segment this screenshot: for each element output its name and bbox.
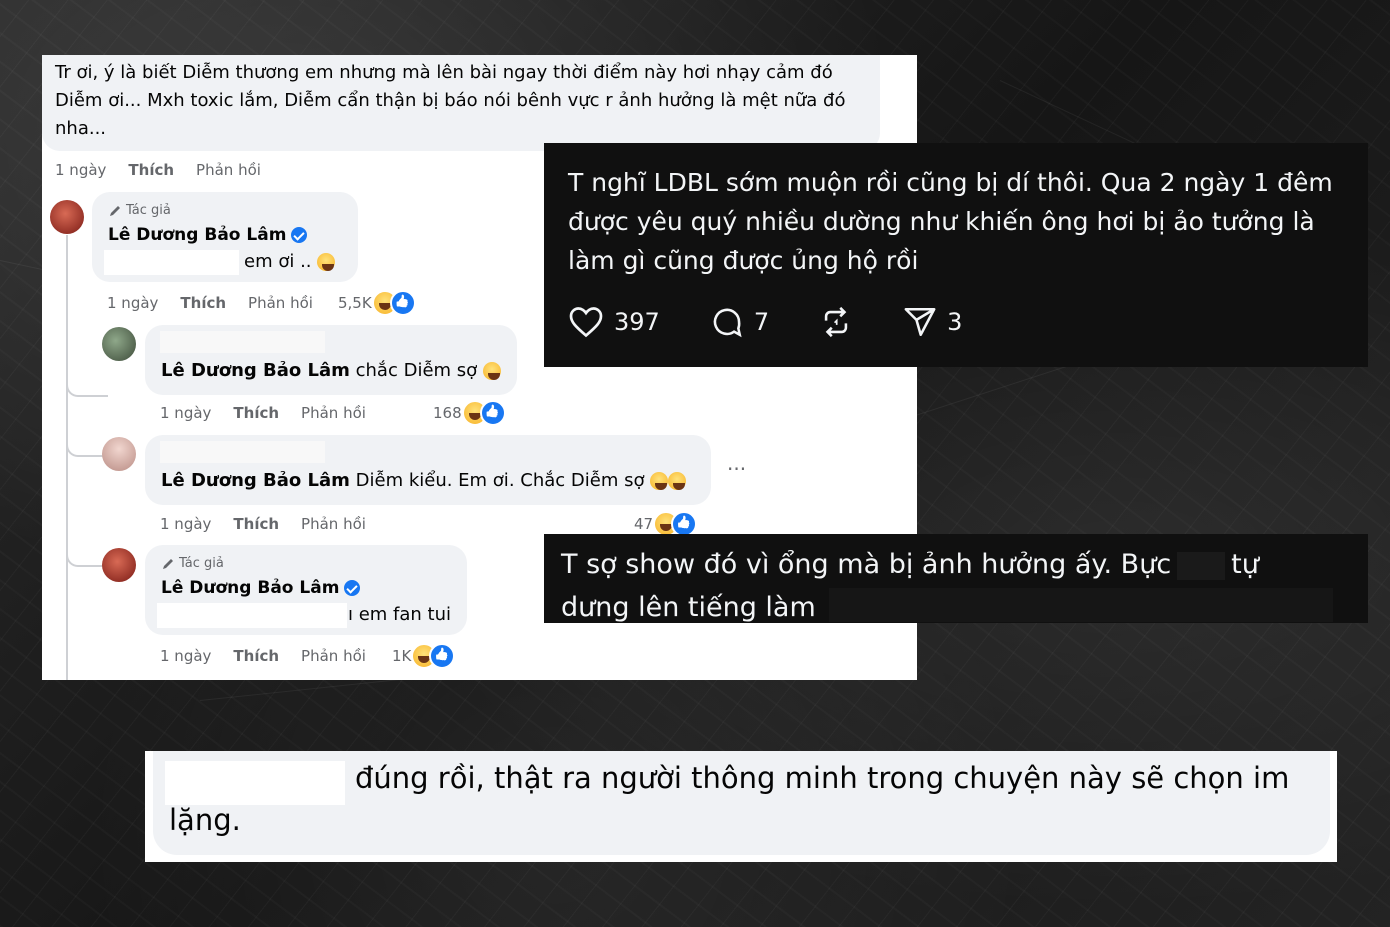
avatar[interactable] — [102, 437, 136, 471]
repost-icon — [824, 306, 848, 338]
avatar[interactable] — [102, 327, 136, 361]
author-tag-label: Tác giả — [179, 556, 224, 571]
reply-text-content: chắc Diễm sợ — [349, 360, 478, 381]
thread-line — [66, 235, 68, 680]
comment-count: 7 — [753, 308, 770, 336]
reply-meta: 1 ngày Thích Phản hồi — [160, 404, 366, 422]
redaction — [160, 441, 325, 463]
reaction-count[interactable]: 5,5K — [338, 290, 416, 316]
comment-time: 1 ngày — [55, 161, 107, 179]
reaction-count[interactable]: 168 — [433, 400, 506, 426]
reply-meta: 1 ngày Thích Phản hồi — [160, 647, 366, 665]
reply-text-content: Diễm kiểu. Em ơi. Chắc Diễm sợ — [349, 470, 645, 491]
redaction — [157, 603, 347, 628]
avatar[interactable] — [102, 548, 136, 582]
top-comment-meta: 1 ngày Thích Phản hồi — [55, 161, 261, 179]
redaction — [1177, 551, 1226, 580]
reaction-number: 1K — [392, 647, 412, 665]
threads-post-line: dưng lên tiếng làm — [561, 592, 816, 623]
emoji-icon — [650, 472, 669, 490]
send-action[interactable]: 3 — [903, 305, 962, 339]
reply-link[interactable]: Phản hồi — [301, 404, 366, 422]
author-name[interactable]: Lê Dương Bảo Lâm — [108, 225, 308, 245]
comment-text: lặng. — [169, 803, 241, 837]
like-link[interactable]: Thích — [233, 515, 279, 533]
verified-icon — [344, 580, 361, 596]
threads-post-line: T sợ show đó vì ổng mà bị ảnh hưởng ấy. … — [561, 545, 1259, 584]
like-link[interactable]: Thích — [128, 161, 174, 179]
verified-icon — [291, 227, 308, 243]
share-count: 3 — [947, 308, 963, 336]
reply-text: Lê Dương Bảo Lâm chắc Diễm sợ — [161, 357, 501, 385]
author-name-text[interactable]: Lê Dương Bảo Lâm — [161, 578, 339, 598]
reaction-number: 5,5K — [338, 294, 372, 312]
author-name-text[interactable]: Lê Dương Bảo Lâm — [108, 225, 286, 245]
comment-time: 1 ngày — [107, 294, 159, 312]
like-link[interactable]: Thích — [233, 647, 279, 665]
top-comment-text: Tr ơi, ý là biết Diễm thương em nhưng mà… — [55, 62, 846, 139]
reply-link[interactable]: Phản hồi — [196, 161, 261, 179]
post-text-part: T sợ show đó vì ổng mà bị ảnh hưởng ấy. … — [561, 549, 1172, 580]
bottom-comment-panel: đúng rồi, thật ra người thông minh trong… — [145, 751, 1337, 862]
author-tag-label: Tác giả — [126, 203, 171, 218]
like-link[interactable]: Thích — [233, 404, 279, 422]
emoji-icon — [317, 253, 336, 271]
heart-icon — [569, 307, 603, 338]
reply-link[interactable]: Phản hồi — [301, 515, 366, 533]
send-icon — [904, 307, 936, 337]
reaction-number: 168 — [433, 404, 462, 422]
like-reaction-icon — [429, 643, 456, 669]
comment-time: 1 ngày — [160, 647, 212, 665]
comment-time: 1 ngày — [160, 515, 212, 533]
like-link[interactable]: Thích — [180, 294, 226, 312]
more-options-icon[interactable]: ··· — [727, 457, 746, 481]
redaction — [104, 250, 239, 275]
reply-link[interactable]: Phản hồi — [248, 294, 313, 312]
reply-text: em ơi .. — [244, 248, 336, 276]
redaction — [829, 588, 1333, 622]
reply-meta: 1 ngày Thích Phản hồi — [160, 515, 366, 533]
like-reaction-icon — [389, 290, 416, 316]
like-reaction-icon — [479, 400, 506, 426]
mention-link[interactable]: Lê Dương Bảo Lâm — [161, 470, 350, 491]
like-count: 397 — [614, 308, 660, 336]
emoji-icon — [482, 362, 501, 380]
post-text-part: tự — [1231, 549, 1259, 580]
reply-link[interactable]: Phản hồi — [301, 647, 366, 665]
reply-text: ı em fan tui — [348, 604, 452, 625]
mention-link[interactable]: Lê Dương Bảo Lâm — [161, 360, 350, 381]
thread-connector — [66, 345, 108, 397]
author-badge: Tác giả — [108, 203, 171, 218]
reply-text-content: em ơi .. — [244, 251, 312, 272]
threads-action-bar: 397 7 3 — [568, 305, 962, 339]
pencil-icon — [163, 558, 173, 569]
avatar[interactable] — [50, 200, 84, 234]
threads-post-text: T nghĩ LDBL sớm muộn rồi cũng bị dí thôi… — [568, 168, 1333, 275]
reaction-count[interactable]: 1K — [392, 643, 456, 669]
reply-text: Lê Dương Bảo Lâm Diễm kiểu. Em ơi. Chắc … — [161, 467, 687, 495]
repost-action[interactable] — [819, 305, 853, 339]
emoji-icon — [668, 472, 687, 490]
like-action[interactable]: 397 — [568, 305, 660, 339]
comment-text: đúng rồi, thật ra người thông minh trong… — [355, 761, 1290, 795]
comment-icon — [713, 308, 742, 338]
reaction-number: 47 — [634, 515, 654, 533]
comment-time: 1 ngày — [160, 404, 212, 422]
pencil-icon — [110, 205, 120, 216]
author-badge: Tác giả — [161, 556, 224, 571]
threads-post-card: T sợ show đó vì ổng mà bị ảnh hưởng ấy. … — [544, 534, 1368, 623]
comment-action[interactable]: 7 — [710, 305, 769, 339]
threads-post-card: T nghĩ LDBL sớm muộn rồi cũng bị dí thôi… — [544, 143, 1368, 367]
redaction — [160, 331, 325, 353]
reply-meta: 1 ngày Thích Phản hồi — [107, 294, 313, 312]
author-name[interactable]: Lê Dương Bảo Lâm — [161, 578, 361, 598]
